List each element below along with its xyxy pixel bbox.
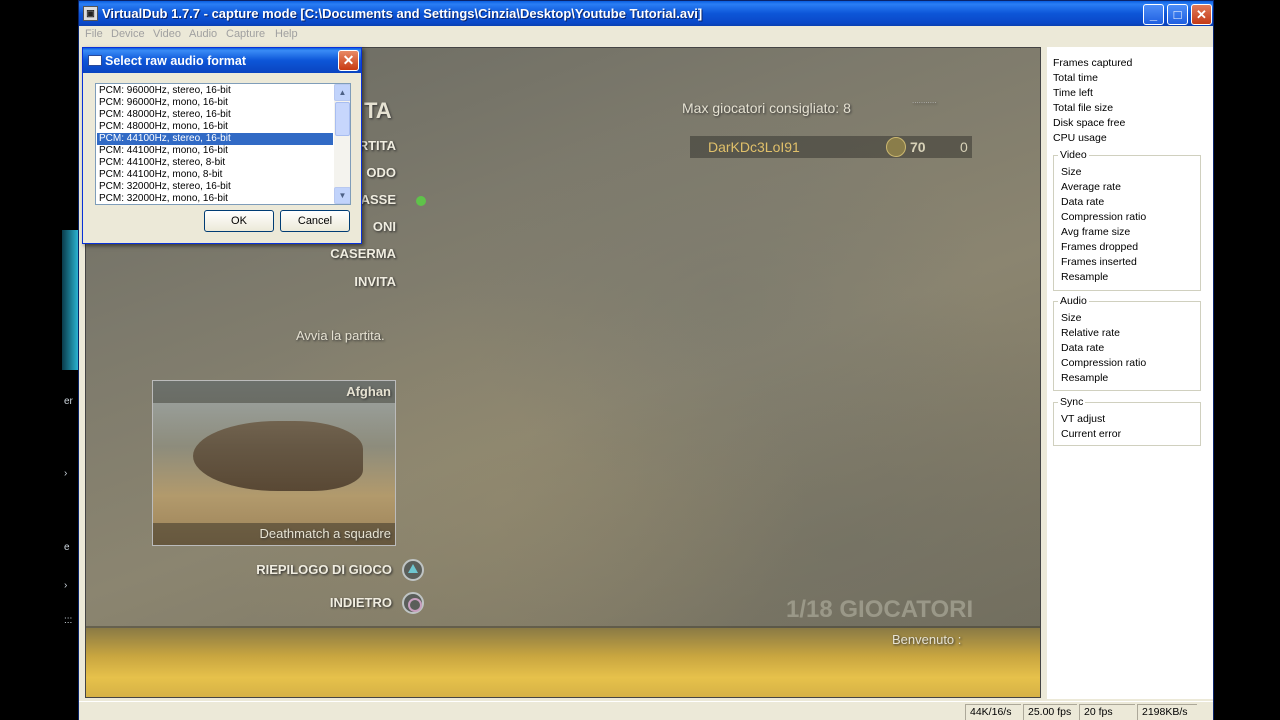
max-players-text: Max giocatori consigliato: 8 (682, 100, 851, 116)
player-name: DarKDc3LoI91 (708, 139, 800, 155)
audio-format-list[interactable]: PCM: 96000Hz, stereo, 16-bit PCM: 96000H… (95, 83, 351, 205)
list-item[interactable]: PCM: 96000Hz, mono, 16-bit (97, 97, 333, 109)
stat-label: Frames inserted (1061, 256, 1137, 268)
stat-label: CPU usage (1053, 132, 1107, 144)
select-audio-format-dialog: Select raw audio format ✕ PCM: 96000Hz, … (82, 47, 362, 244)
menu-help[interactable]: Help (275, 28, 298, 40)
scroll-up-icon[interactable]: ▲ (334, 84, 350, 101)
dialog-title: Select raw audio format (105, 54, 247, 68)
desktop-fragment: e (64, 542, 70, 553)
player-row: DarKDc3LoI91 70 0 (690, 136, 972, 158)
player-score: 0 (960, 139, 968, 155)
window-title: VirtualDub 1.7.7 - capture mode [C:\Docu… (102, 6, 703, 21)
minimize-button[interactable]: _ (1143, 4, 1164, 25)
menu-bar: File Device Video Audio Capture Help (79, 26, 1213, 44)
list-item[interactable]: PCM: 44100Hz, stereo, 8-bit (97, 157, 333, 169)
scroll-down-icon[interactable]: ▼ (334, 187, 350, 204)
players-count: 1/18 GIOCATORI (786, 596, 974, 623)
list-item[interactable]: PCM: 48000Hz, stereo, 16-bit (97, 109, 333, 121)
desktop-fragment: › (64, 468, 68, 479)
group-title: Video (1058, 149, 1089, 161)
status-audio-format: 44K/16/s (965, 704, 1021, 720)
map-preview: Afghan Deathmatch a squadre (152, 380, 396, 546)
stat-label: VT adjust (1061, 413, 1106, 425)
cancel-button[interactable]: Cancel (280, 210, 350, 232)
list-item[interactable]: PCM: 32000Hz, stereo, 16-bit (97, 181, 333, 193)
stat-label: Compression ratio (1061, 357, 1147, 369)
status-target-fps: 25.00 fps (1023, 704, 1077, 720)
start-hint: Avvia la partita. (296, 328, 385, 343)
stat-label: Time left (1053, 87, 1093, 99)
status-data-rate: 2198KB/s (1137, 704, 1197, 720)
menu-audio[interactable]: Audio (189, 28, 217, 40)
stat-label: Total time (1053, 72, 1098, 84)
list-item[interactable]: PCM: 32000Hz, mono, 16-bit (97, 193, 333, 204)
ok-button[interactable]: OK (204, 210, 274, 232)
stat-label: Size (1061, 166, 1082, 178)
map-image (193, 421, 363, 491)
dialog-close-button[interactable]: ✕ (338, 50, 359, 71)
stat-label: Avg frame size (1061, 226, 1131, 238)
summary-label: RIEPILOGO DI GIOCO (256, 562, 392, 577)
menu-file[interactable]: File (85, 28, 103, 40)
triangle-button-icon (402, 559, 424, 581)
background-right-strip (1214, 0, 1280, 720)
stat-label: Size (1061, 312, 1082, 324)
capture-stats-panel: Frames captured Total time Time left Tot… (1047, 47, 1213, 699)
stat-label: Data rate (1061, 342, 1105, 354)
stat-label: Frames captured (1053, 57, 1133, 69)
list-item[interactable]: PCM: 44100Hz, mono, 16-bit (97, 145, 333, 157)
stat-label: Average rate (1061, 181, 1121, 193)
stat-label: Total file size (1053, 102, 1114, 114)
stat-label: Current error (1061, 428, 1122, 440)
circle-button-icon (402, 592, 424, 614)
window-titlebar[interactable]: ▣ VirtualDub 1.7.7 - capture mode [C:\Do… (79, 1, 1213, 26)
desktop-glow (62, 230, 78, 370)
menu-device[interactable]: Device (111, 28, 145, 40)
menu-capture[interactable]: Capture (226, 28, 265, 40)
welcome-text: Benvenuto : (892, 632, 962, 647)
menu-video[interactable]: Video (153, 28, 181, 40)
group-title: Sync (1058, 396, 1086, 408)
list-item-selected[interactable]: PCM: 44100Hz, stereo, 16-bit (97, 133, 333, 145)
list-item[interactable]: PCM: 48000Hz, mono, 16-bit (97, 121, 333, 133)
list-scrollbar[interactable]: ▲ ▼ (334, 84, 350, 204)
virtualdub-app-icon[interactable]: ▣ (83, 6, 98, 21)
maximize-button[interactable]: □ (1167, 4, 1188, 25)
stat-label: Frames dropped (1061, 241, 1139, 253)
game-mode: Deathmatch a squadre (259, 526, 391, 541)
window-icon (88, 55, 102, 66)
video-stats-group: Video Size Average rate Data rate Compre… (1053, 149, 1201, 291)
game-menu-item: INVITA (354, 274, 396, 289)
player-level: 70 (910, 139, 926, 155)
desktop-fragment: › (64, 580, 68, 591)
sync-stats-group: Sync VT adjust Current error (1053, 396, 1201, 446)
desktop-fragment: ::: (64, 615, 73, 626)
audio-stats-group: Audio Size Relative rate Data rate Compr… (1053, 295, 1201, 391)
dialog-titlebar[interactable]: Select raw audio format ✕ (83, 48, 361, 73)
list-item[interactable]: PCM: 96000Hz, stereo, 16-bit (97, 85, 333, 97)
stat-label: Compression ratio (1061, 211, 1147, 223)
rank-icon (886, 137, 906, 157)
close-button[interactable]: ✕ (1191, 4, 1212, 25)
background-left-strip: er › e › ::: (0, 0, 78, 720)
scroll-thumb[interactable] (335, 102, 350, 136)
stat-label: Resample (1061, 372, 1109, 384)
desktop-fragment: er (64, 396, 73, 407)
stat-label: Resample (1061, 271, 1109, 283)
stat-label: Disk space free (1053, 117, 1126, 129)
status-bar: 44K/16/s 25.00 fps 20 fps 2198KB/s (79, 701, 1213, 720)
list-item[interactable]: PCM: 44100Hz, mono, 8-bit (97, 169, 333, 181)
group-title: Audio (1058, 295, 1089, 307)
map-name: Afghan (346, 384, 391, 399)
game-menu-item: CASERMA (330, 246, 396, 261)
game-heading: TA (364, 98, 392, 123)
status-actual-fps: 20 fps (1079, 704, 1135, 720)
stat-label: Relative rate (1061, 327, 1120, 339)
back-label: INDIETRO (329, 595, 392, 610)
ready-indicator-icon (416, 196, 426, 206)
stat-label: Data rate (1061, 196, 1105, 208)
top-right-fragment: ........... (912, 96, 937, 105)
